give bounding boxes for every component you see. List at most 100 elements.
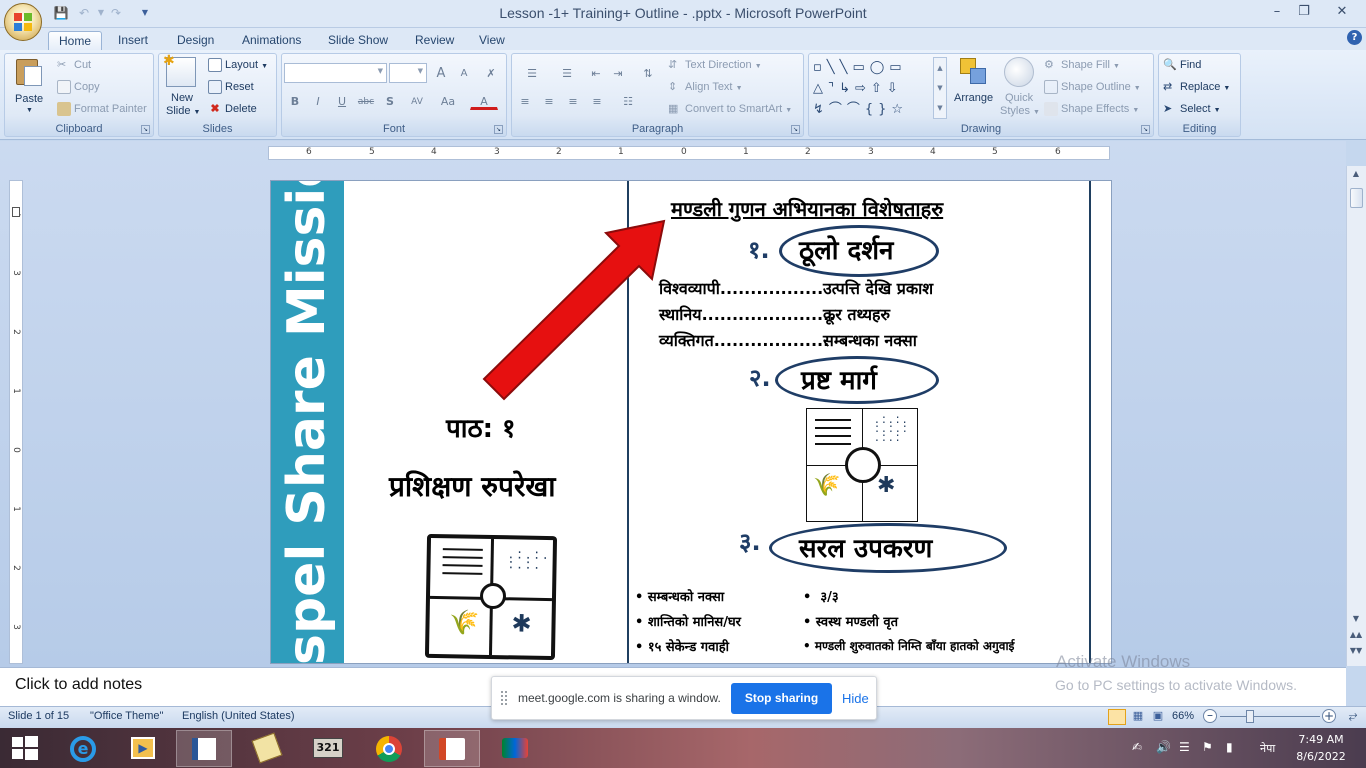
zoom-level[interactable]: 66% — [1172, 710, 1194, 722]
font-color-button[interactable]: A — [470, 92, 498, 110]
normal-view-icon[interactable] — [1108, 709, 1126, 725]
battery-icon[interactable]: ▮ — [1226, 740, 1233, 754]
next-slide-icon[interactable]: ▼▼ — [1349, 646, 1363, 655]
bold-button[interactable]: B — [285, 92, 305, 110]
italic-button[interactable]: I — [308, 92, 328, 110]
shapes-gallery[interactable]: ▫╲╲▭◯▭ △⌝↳⇨⇧⇩ ↯⌒⌒{}☆ — [813, 57, 931, 119]
paste-dropdown-icon[interactable]: ▼ — [26, 107, 33, 114]
scroll-thumb[interactable] — [1350, 188, 1363, 208]
touch-keyboard-icon[interactable]: ✍ — [1132, 740, 1142, 754]
copy-button[interactable]: Copy — [57, 80, 100, 94]
align-right-icon[interactable]: ≡ — [563, 92, 583, 110]
language-indicator[interactable]: English (United States) — [182, 710, 295, 722]
slide-sorter-icon[interactable]: ▦ — [1129, 709, 1147, 725]
shape-effects-button[interactable]: Shape Effects ▼ — [1044, 102, 1139, 116]
new-slide-label[interactable]: New — [171, 92, 193, 104]
media-player-classic-icon[interactable]: 321 — [300, 730, 356, 767]
help-icon[interactable]: ? — [1347, 30, 1362, 45]
tab-review[interactable]: Review — [405, 31, 464, 50]
chrome-icon[interactable] — [361, 730, 417, 767]
hide-share-button[interactable]: Hide — [842, 691, 869, 706]
zoom-slider[interactable] — [1220, 716, 1320, 717]
grow-font-button[interactable]: A — [431, 64, 451, 82]
reset-button[interactable]: Reset — [208, 80, 254, 94]
new-slide-button[interactable]: Slide ▼ — [166, 105, 200, 117]
justify-icon[interactable]: ≡ — [587, 92, 607, 110]
tab-insert[interactable]: Insert — [108, 31, 158, 50]
change-case-button[interactable]: Aa — [435, 92, 461, 110]
minimize-button[interactable]: – — [1264, 2, 1290, 22]
zoom-in-icon[interactable]: + — [1322, 709, 1336, 723]
underline-button[interactable]: U — [332, 92, 352, 110]
align-text-button[interactable]: ⇕ Align Text ▼ — [668, 80, 743, 94]
font-launcher-icon[interactable]: ↘ — [494, 125, 503, 134]
paste-button[interactable]: Paste — [15, 93, 43, 105]
volume-icon[interactable]: 🔊 — [1156, 740, 1171, 754]
tab-animations[interactable]: Animations — [232, 31, 311, 50]
quick-styles-button[interactable]: Styles ▼ — [1000, 105, 1040, 117]
arrange-icon[interactable] — [958, 56, 990, 88]
align-left-icon[interactable]: ≡ — [515, 92, 535, 110]
ruler-indent-marker[interactable] — [12, 207, 20, 217]
fit-to-window-icon[interactable]: ⥂ — [1345, 709, 1361, 725]
tab-design[interactable]: Design — [167, 31, 224, 50]
action-center-flag-icon[interactable]: ⚑ — [1202, 740, 1213, 754]
cut-button[interactable]: ✂ Cut — [57, 58, 91, 72]
shrink-font-button[interactable]: A — [454, 64, 474, 82]
powerpoint-icon[interactable] — [424, 730, 480, 767]
scroll-up-icon[interactable]: ▲ — [1349, 169, 1363, 178]
quick-styles-icon[interactable] — [1004, 57, 1034, 87]
clear-formatting-icon[interactable]: ✗ — [481, 64, 501, 82]
slide-canvas[interactable]: spel Share Missions पाठ: १ प्रशिक्षण रुप… — [270, 180, 1112, 664]
paint-icon[interactable] — [239, 730, 295, 767]
drag-handle-icon[interactable] — [501, 691, 507, 705]
strikethrough-button[interactable]: abc — [356, 92, 376, 110]
stop-sharing-button[interactable]: Stop sharing — [731, 683, 832, 714]
maximize-button[interactable]: ❐ — [1291, 2, 1317, 22]
windows-start-icon[interactable] — [12, 736, 38, 761]
notes-placeholder[interactable]: Click to add notes — [15, 676, 142, 694]
word-icon[interactable] — [176, 730, 232, 767]
tab-slide-show[interactable]: Slide Show — [318, 31, 398, 50]
shapes-gallery-scroll[interactable]: ▲ ▼ ▼ — [933, 57, 947, 119]
slideshow-view-icon[interactable]: ▣ — [1149, 709, 1167, 725]
shape-fill-button[interactable]: ⚙ Shape Fill ▼ — [1044, 58, 1120, 72]
zoom-slider-thumb[interactable] — [1246, 710, 1254, 723]
office-button[interactable] — [4, 3, 42, 41]
delete-button[interactable]: ✖ Delete — [208, 102, 256, 116]
font-size-combo[interactable]: ▼ — [389, 63, 427, 83]
zoom-out-icon[interactable]: – — [1203, 709, 1217, 723]
decrease-indent-icon[interactable]: ⇤ — [586, 64, 606, 82]
text-shadow-button[interactable]: S — [380, 92, 400, 110]
columns-icon[interactable]: ☷ — [613, 92, 643, 110]
numbering-icon[interactable]: ☰ — [550, 64, 584, 82]
tab-home[interactable]: Home — [48, 31, 103, 50]
paragraph-launcher-icon[interactable]: ↘ — [791, 125, 800, 134]
layout-button[interactable]: Layout ▼ — [208, 58, 268, 72]
increase-indent-icon[interactable]: ⇥ — [608, 64, 628, 82]
tab-view[interactable]: View — [469, 31, 515, 50]
quick-styles-label[interactable]: Quick — [1005, 92, 1033, 104]
close-button[interactable]: ✕ — [1327, 2, 1357, 22]
scroll-down-icon[interactable]: ▼ — [1349, 614, 1363, 623]
arrange-button[interactable]: Arrange — [954, 92, 993, 104]
font-name-combo[interactable]: ▼ — [284, 63, 387, 83]
bullets-icon[interactable]: ☰ — [515, 64, 549, 82]
clock-date[interactable]: 8/6/2022 — [1296, 750, 1346, 763]
theme-name[interactable]: "Office Theme" — [90, 710, 163, 722]
input-language-indicator[interactable]: नेपा — [1260, 741, 1275, 756]
google-meet-icon[interactable] — [487, 730, 543, 767]
drawing-launcher-icon[interactable]: ↘ — [1141, 125, 1150, 134]
paste-icon[interactable] — [14, 57, 44, 87]
clipboard-launcher-icon[interactable]: ↘ — [141, 125, 150, 134]
find-button[interactable]: 🔍 Find — [1163, 58, 1201, 72]
media-player-icon[interactable]: ▶ — [115, 730, 171, 767]
internet-explorer-icon[interactable]: e — [55, 730, 111, 767]
format-painter-button[interactable]: Format Painter — [57, 102, 147, 116]
network-icon[interactable]: ☰ — [1179, 740, 1190, 754]
replace-button[interactable]: ⇄ Replace ▼ — [1163, 80, 1230, 94]
align-center-icon[interactable]: ≡ — [539, 92, 559, 110]
shape-outline-button[interactable]: Shape Outline ▼ — [1044, 80, 1141, 94]
line-spacing-icon[interactable]: ⇅ — [634, 64, 662, 82]
new-slide-icon[interactable]: ✱ — [163, 54, 196, 87]
